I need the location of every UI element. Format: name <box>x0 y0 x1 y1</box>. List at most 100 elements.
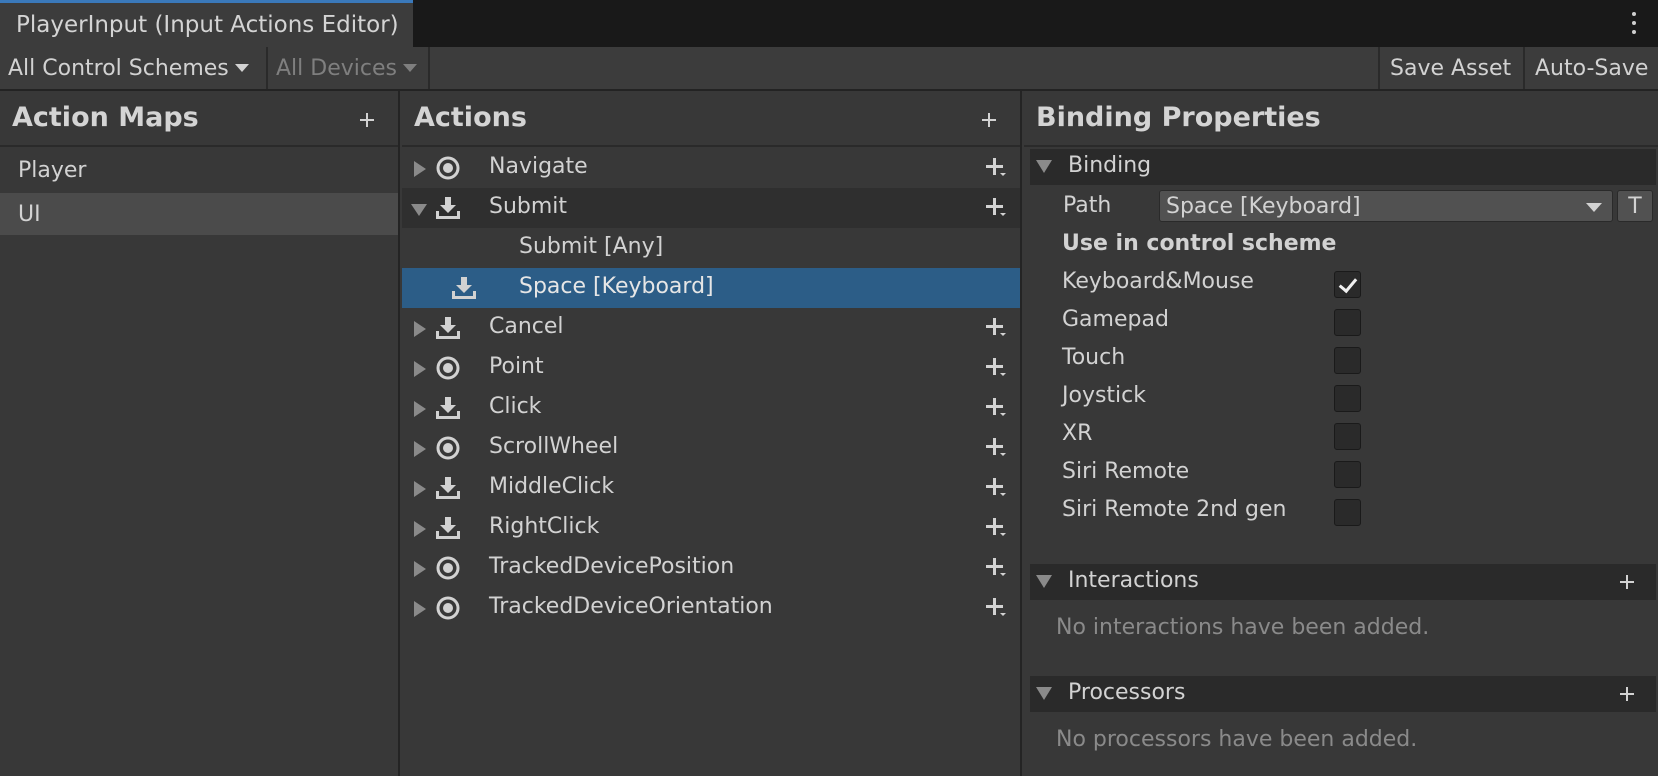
action-maps-panel: Action Maps Player UI <box>0 91 400 776</box>
tab-title: PlayerInput (Input Actions Editor) <box>16 12 399 38</box>
button-icon <box>451 276 477 300</box>
action-map-item[interactable]: UI <box>0 193 398 235</box>
control-scheme-checkbox[interactable] <box>1334 461 1361 488</box>
control-scheme-label: Gamepad <box>1062 307 1169 332</box>
chevron-down-icon <box>234 64 249 72</box>
binding-row[interactable]: Space [Keyboard] <box>402 268 1020 308</box>
control-scheme-label: XR <box>1062 421 1093 446</box>
editor-tab[interactable]: PlayerInput (Input Actions Editor) <box>0 0 413 47</box>
action-label: TrackedDeviceOrientation <box>489 594 773 619</box>
binding-label: Submit [Any] <box>519 234 664 259</box>
add-binding-icon[interactable] <box>986 158 1006 178</box>
control-scheme-checkbox[interactable] <box>1334 385 1361 412</box>
foldout-closed-icon[interactable] <box>414 401 426 417</box>
action-row[interactable]: Click <box>402 388 1020 428</box>
action-label: Click <box>489 394 542 419</box>
add-binding-icon[interactable] <box>986 318 1006 338</box>
add-binding-icon[interactable] <box>986 598 1006 618</box>
action-row[interactable]: TrackedDevicePosition <box>402 548 1020 588</box>
binding-foldout[interactable]: Binding <box>1030 149 1656 185</box>
add-binding-icon[interactable] <box>986 558 1006 578</box>
add-binding-icon[interactable] <box>986 518 1006 538</box>
action-map-label: UI <box>18 201 41 227</box>
button-icon <box>435 316 461 340</box>
auto-save-toggle[interactable]: Auto-Save <box>1523 47 1658 89</box>
add-binding-icon[interactable] <box>986 478 1006 498</box>
action-row[interactable]: Point <box>402 348 1020 388</box>
add-binding-icon[interactable] <box>986 438 1006 458</box>
value-icon <box>435 356 461 380</box>
actions-panel: Actions Navigate Submit Submit [Any] Space … <box>402 91 1022 776</box>
interactions-section-label: Interactions <box>1068 568 1199 593</box>
foldout-closed-icon[interactable] <box>414 601 426 617</box>
binding-properties-title: Binding Properties <box>1036 102 1321 133</box>
foldout-closed-icon[interactable] <box>414 481 426 497</box>
action-label: Cancel <box>489 314 564 339</box>
control-schemes-label: All Control Schemes <box>8 55 229 81</box>
foldout-closed-icon[interactable] <box>414 361 426 377</box>
toolbar: All Control Schemes All Devices Save Ass… <box>0 47 1658 91</box>
control-scheme-checkbox[interactable] <box>1334 271 1361 298</box>
action-label: TrackedDevicePosition <box>489 554 735 579</box>
action-maps-title: Action Maps <box>12 102 199 133</box>
control-scheme-label: Joystick <box>1062 383 1147 408</box>
foldout-closed-icon[interactable] <box>414 161 426 177</box>
use-in-scheme-label: Use in control scheme <box>1062 231 1337 256</box>
action-label: ScrollWheel <box>489 434 619 459</box>
path-label: Path <box>1063 193 1112 218</box>
foldout-open-icon <box>1036 160 1052 173</box>
interactions-empty-text: No interactions have been added. <box>1056 615 1430 640</box>
add-action-icon[interactable] <box>982 113 996 127</box>
control-scheme-checkbox[interactable] <box>1334 423 1361 450</box>
foldout-closed-icon[interactable] <box>414 321 426 337</box>
button-icon <box>435 196 461 220</box>
binding-row[interactable]: Submit [Any] <box>402 228 1020 268</box>
devices-dropdown[interactable]: All Devices <box>268 47 430 89</box>
action-row[interactable]: MiddleClick <box>402 468 1020 508</box>
action-label: MiddleClick <box>489 474 615 499</box>
path-value: Space [Keyboard] <box>1166 193 1361 219</box>
action-row[interactable]: TrackedDeviceOrientation <box>402 588 1020 628</box>
action-row[interactable]: RightClick <box>402 508 1020 548</box>
processors-foldout[interactable]: Processors <box>1030 676 1656 712</box>
more-options-icon[interactable] <box>1630 12 1638 34</box>
add-binding-icon[interactable] <box>986 358 1006 378</box>
binding-label: Space [Keyboard] <box>519 274 714 299</box>
control-scheme-label: Touch <box>1062 345 1126 370</box>
action-row[interactable]: Navigate <box>402 148 1020 188</box>
interactions-foldout[interactable]: Interactions <box>1030 564 1656 600</box>
path-dropdown[interactable]: Space [Keyboard] <box>1159 190 1613 222</box>
save-asset-button[interactable]: Save Asset <box>1378 47 1523 89</box>
value-icon <box>435 156 461 180</box>
action-row[interactable]: Cancel <box>402 308 1020 348</box>
foldout-closed-icon[interactable] <box>414 561 426 577</box>
add-binding-icon[interactable] <box>986 398 1006 418</box>
add-action-map-icon[interactable] <box>360 113 374 127</box>
control-scheme-checkbox[interactable] <box>1334 499 1361 526</box>
control-schemes-dropdown[interactable]: All Control Schemes <box>0 47 268 89</box>
text-mode-button[interactable]: T <box>1617 190 1653 222</box>
button-icon <box>435 396 461 420</box>
control-scheme-checkbox[interactable] <box>1334 347 1361 374</box>
foldout-closed-icon[interactable] <box>414 441 426 457</box>
action-label: Point <box>489 354 544 379</box>
action-row[interactable]: Submit <box>402 188 1020 228</box>
add-binding-icon[interactable] <box>986 198 1006 218</box>
button-icon <box>435 516 461 540</box>
add-processor-icon[interactable] <box>1620 687 1634 701</box>
add-interaction-icon[interactable] <box>1620 575 1634 589</box>
control-scheme-label: Keyboard&Mouse <box>1062 269 1254 294</box>
action-map-item[interactable]: Player <box>0 149 398 191</box>
value-icon <box>435 556 461 580</box>
chevron-down-icon <box>1586 203 1602 212</box>
foldout-open-icon <box>1036 687 1052 700</box>
title-bar: PlayerInput (Input Actions Editor) <box>0 0 1658 47</box>
action-row[interactable]: ScrollWheel <box>402 428 1020 468</box>
actions-title: Actions <box>414 102 527 133</box>
control-scheme-label: Siri Remote <box>1062 459 1190 484</box>
foldout-closed-icon[interactable] <box>414 521 426 537</box>
binding-section-label: Binding <box>1068 153 1152 178</box>
foldout-open-icon[interactable] <box>411 204 427 216</box>
control-scheme-checkbox[interactable] <box>1334 309 1361 336</box>
foldout-open-icon <box>1036 575 1052 588</box>
